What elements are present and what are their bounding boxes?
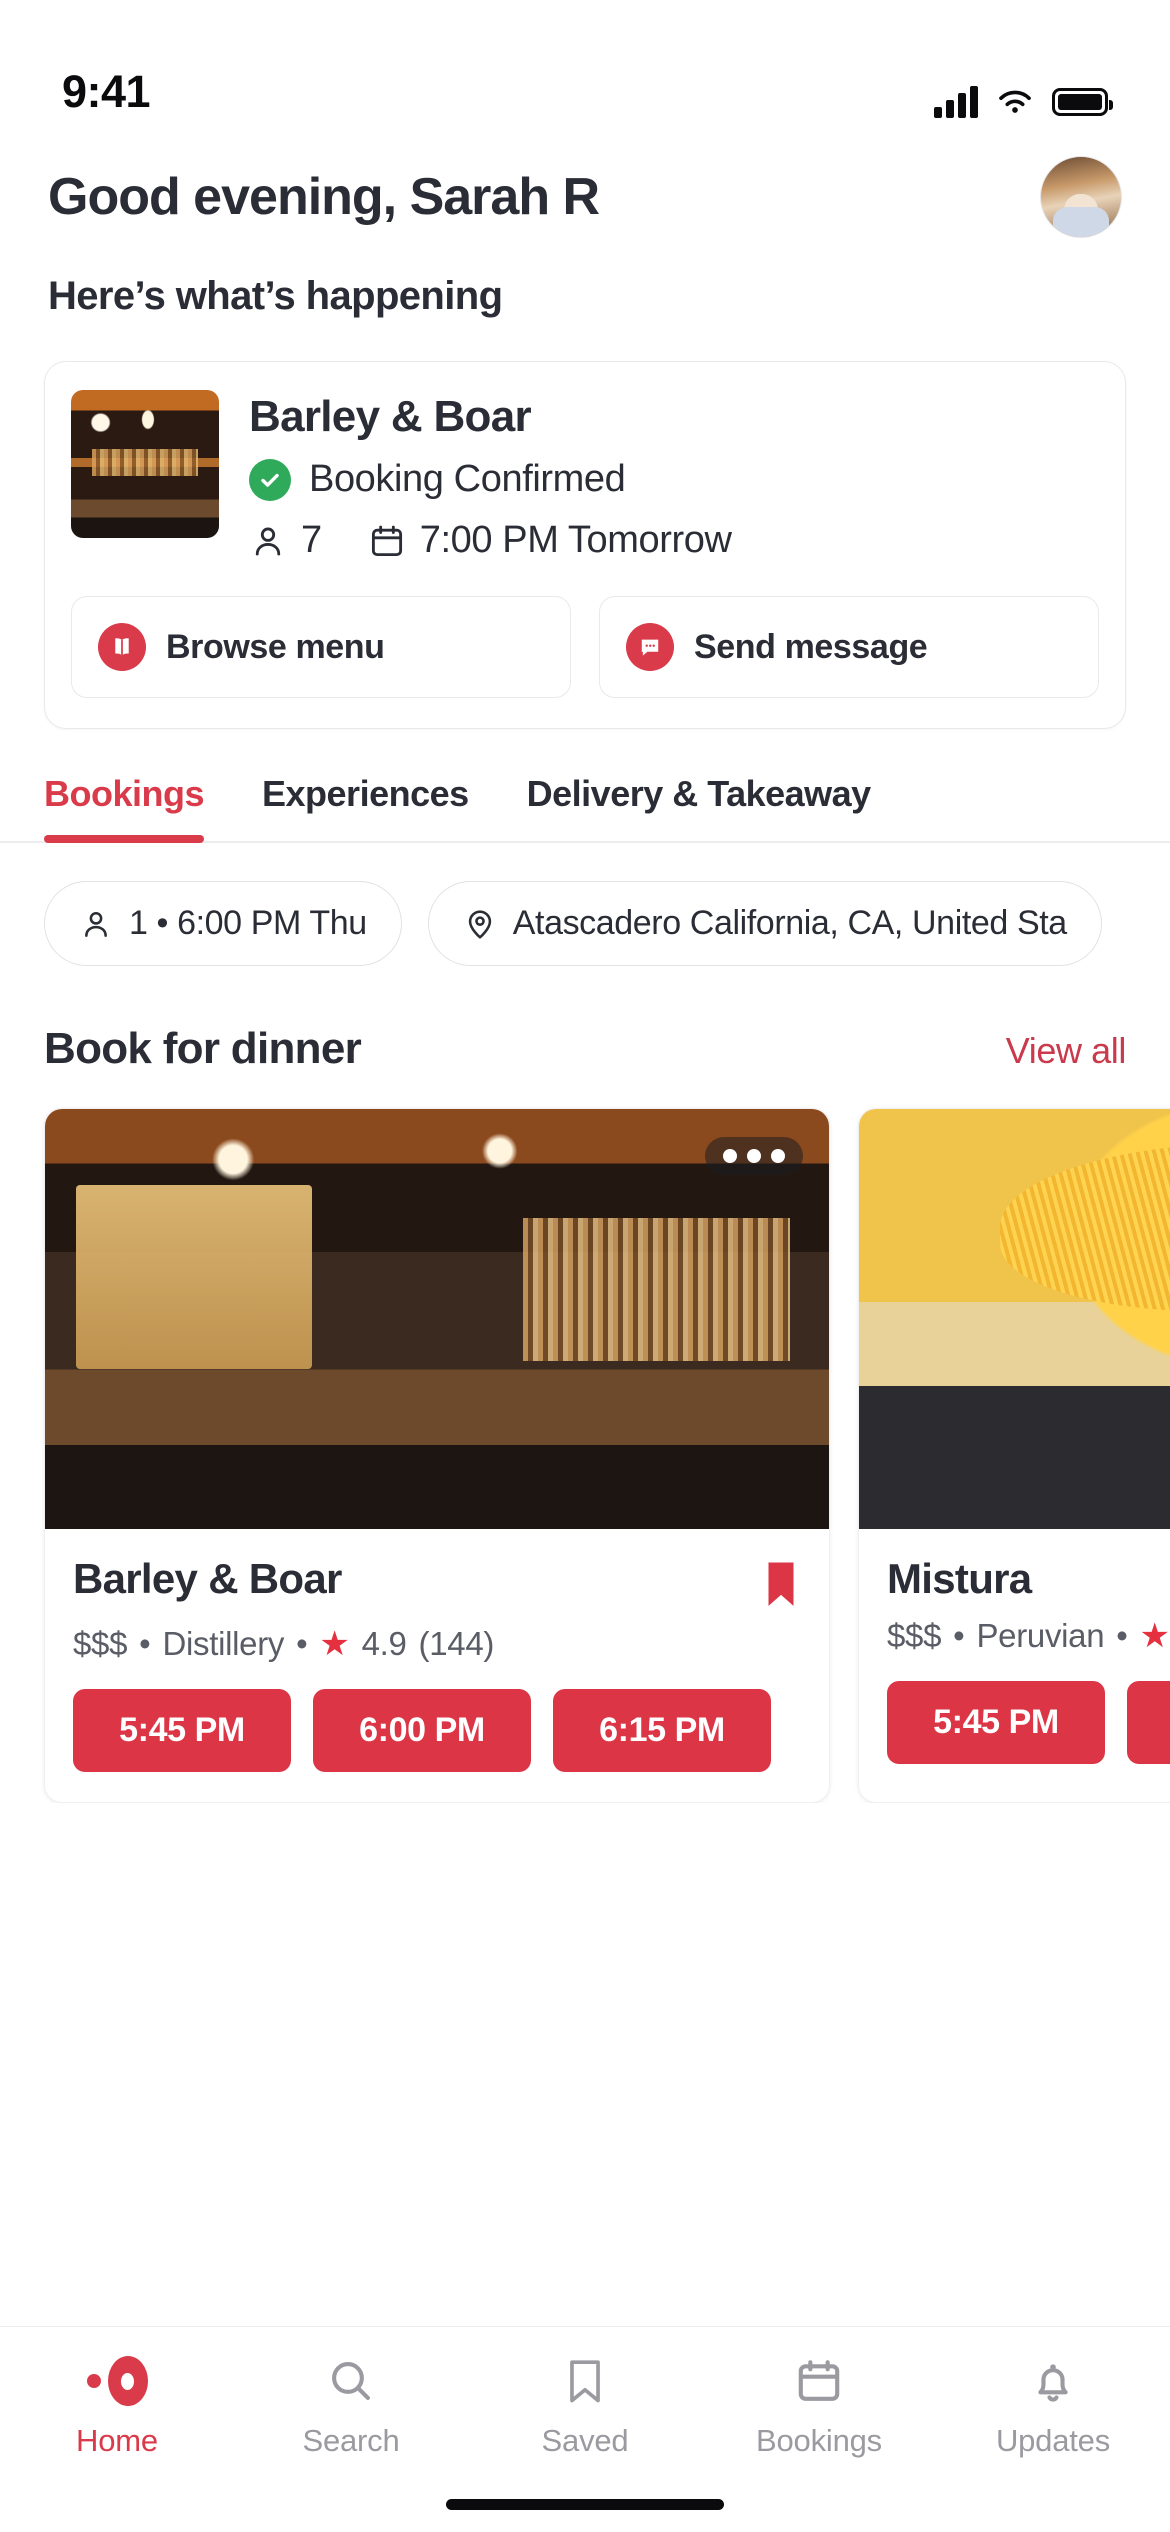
- dish-photo: [859, 1109, 1170, 1529]
- meta-dot: •: [296, 1625, 308, 1662]
- time-slot[interactable]: 6:00 PM: [313, 1689, 531, 1772]
- bookmark-icon: [570, 2360, 600, 2403]
- bookmark-filled-icon[interactable]: [761, 1559, 801, 1611]
- star-icon: ★: [1139, 1617, 1170, 1655]
- time-slot-group: 5:45 PM 6:00 PM 6:15 PM: [73, 1689, 801, 1772]
- upcoming-booking-card[interactable]: Barley & Boar Booking Confirmed 7 7:00 P…: [44, 361, 1126, 729]
- send-message-button[interactable]: Send message: [599, 596, 1099, 698]
- calendar-icon: [371, 525, 402, 556]
- booking-datetime: 7:00 PM Tomorrow: [419, 519, 732, 561]
- booking-meta-row: 7 7:00 PM Tomorrow: [249, 519, 1099, 562]
- restaurant-thumbnail: [71, 390, 219, 538]
- party-time-label: 1 • 6:00 PM Thu: [129, 904, 367, 942]
- cuisine-type: Distillery: [162, 1625, 285, 1662]
- section-subheading: Here’s what’s happening: [48, 274, 503, 318]
- tab-bookings[interactable]: Bookings: [44, 773, 205, 843]
- price-level: $$$: [887, 1617, 942, 1654]
- restaurant-name: Mistura: [887, 1555, 1032, 1602]
- restaurant-card-body: Mistura $$$ • Peruvian • ★ 5:45 PM 6:: [859, 1529, 1170, 1794]
- search-icon: [332, 2362, 370, 2400]
- party-time-filter[interactable]: 1 • 6:00 PM Thu: [44, 881, 402, 966]
- opentable-logo-icon: [86, 2353, 148, 2409]
- nav-item-home[interactable]: Home: [0, 2353, 234, 2459]
- nav-label-saved: Saved: [541, 2423, 629, 2458]
- category-tabs: Bookings Experiences Delivery & Takeaway: [0, 729, 1170, 843]
- booking-card-actions: Browse menu Send message: [71, 596, 1099, 698]
- nav-item-search[interactable]: Search: [234, 2353, 468, 2459]
- tab-experiences[interactable]: Experiences: [262, 773, 469, 841]
- person-icon: [85, 911, 107, 937]
- bell-icon: [1038, 2364, 1068, 2402]
- booking-status-row: Booking Confirmed: [249, 458, 1099, 501]
- location-pin-icon: [468, 909, 491, 939]
- send-message-label: Send message: [694, 627, 928, 666]
- app-screen: 9:41 Good evening, Sarah R Here’s what’s…: [0, 0, 1170, 2532]
- wifi-icon: [999, 90, 1031, 113]
- restaurant-card[interactable]: Barley & Boar $$$ • Distillery • ★ 4.9 (…: [44, 1108, 830, 1803]
- avatar[interactable]: [1040, 156, 1122, 238]
- restaurant-card[interactable]: Mistura $$$ • Peruvian • ★ 5:45 PM 6:: [858, 1108, 1170, 1803]
- rating-value: 4.9: [361, 1625, 407, 1662]
- location-filter[interactable]: Atascadero California, CA, United Sta: [427, 881, 1102, 966]
- menu-book-icon: [98, 623, 146, 671]
- nav-item-updates[interactable]: Updates: [936, 2353, 1170, 2459]
- check-circle-icon: [249, 458, 291, 501]
- chat-bubble-icon: [626, 623, 674, 671]
- signal-bars-icon: [934, 86, 978, 118]
- meta-dot: •: [953, 1617, 965, 1654]
- meta-dot: •: [1116, 1617, 1128, 1654]
- section-title: Book for dinner: [44, 1024, 362, 1073]
- nav-item-saved[interactable]: Saved: [468, 2353, 702, 2459]
- browse-menu-label: Browse menu: [166, 627, 385, 666]
- booking-guest-count: 7: [301, 519, 322, 561]
- tab-delivery-takeaway[interactable]: Delivery & Takeaway: [527, 773, 872, 841]
- more-dots-icon[interactable]: [705, 1137, 803, 1175]
- time-slot[interactable]: 5:45 PM: [73, 1689, 291, 1772]
- person-icon: [255, 527, 281, 555]
- restaurant-name-row: Barley & Boar: [73, 1555, 801, 1611]
- nav-label-bookings: Bookings: [756, 2423, 882, 2458]
- nav-label-updates: Updates: [995, 2423, 1111, 2458]
- time-slot-group: 5:45 PM 6:: [887, 1681, 1170, 1764]
- restaurant-name: Barley & Boar: [73, 1555, 342, 1602]
- location-label: Atascadero California, CA, United Sta: [512, 904, 1067, 942]
- restaurant-name-row: Mistura: [887, 1555, 1170, 1603]
- time-slot[interactable]: 6:15 PM: [553, 1689, 771, 1772]
- meta-dot: •: [139, 1625, 151, 1662]
- status-indicators: [934, 86, 1113, 118]
- greeting-row: Good evening, Sarah R: [0, 128, 1170, 238]
- nav-label-search: Search: [302, 2423, 400, 2458]
- restaurant-meta: $$$ • Peruvian • ★: [887, 1617, 1170, 1655]
- time-slot[interactable]: 5:45 PM: [887, 1681, 1105, 1764]
- nav-item-bookings[interactable]: Bookings: [702, 2353, 936, 2459]
- restaurant-card-body: Barley & Boar $$$ • Distillery • ★ 4.9 (…: [45, 1529, 829, 1802]
- time-slot[interactable]: 6:: [1127, 1681, 1170, 1764]
- restaurant-meta: $$$ • Distillery • ★ 4.9 (144): [73, 1625, 801, 1663]
- filter-chips: 1 • 6:00 PM Thu Atascadero California, C…: [0, 843, 1170, 966]
- status-bar: 9:41: [0, 0, 1170, 128]
- restaurant-interior-photo: [45, 1109, 829, 1529]
- nav-label-home: Home: [76, 2423, 158, 2458]
- booking-restaurant-name: Barley & Boar: [249, 392, 532, 441]
- restaurant-carousel[interactable]: Barley & Boar $$$ • Distillery • ★ 4.9 (…: [0, 1074, 1170, 1803]
- status-time: 9:41: [62, 66, 151, 117]
- booking-card-top: Barley & Boar Booking Confirmed 7 7:00 P…: [71, 390, 1099, 562]
- calendar-icon: [798, 2360, 840, 2401]
- booking-card-info: Barley & Boar Booking Confirmed 7 7:00 P…: [249, 390, 1099, 562]
- cuisine-type: Peruvian: [976, 1617, 1105, 1654]
- section-header: Book for dinner View all: [0, 966, 1170, 1074]
- star-icon: ★: [319, 1625, 350, 1663]
- view-all-link[interactable]: View all: [1006, 1030, 1127, 1072]
- review-count: (144): [418, 1625, 495, 1662]
- browse-menu-button[interactable]: Browse menu: [71, 596, 571, 698]
- home-indicator: [446, 2499, 724, 2510]
- status-badge: Booking Confirmed: [309, 458, 626, 500]
- price-level: $$$: [73, 1625, 128, 1662]
- page-title: Good evening, Sarah R: [48, 168, 600, 226]
- battery-full-icon: [1052, 88, 1113, 116]
